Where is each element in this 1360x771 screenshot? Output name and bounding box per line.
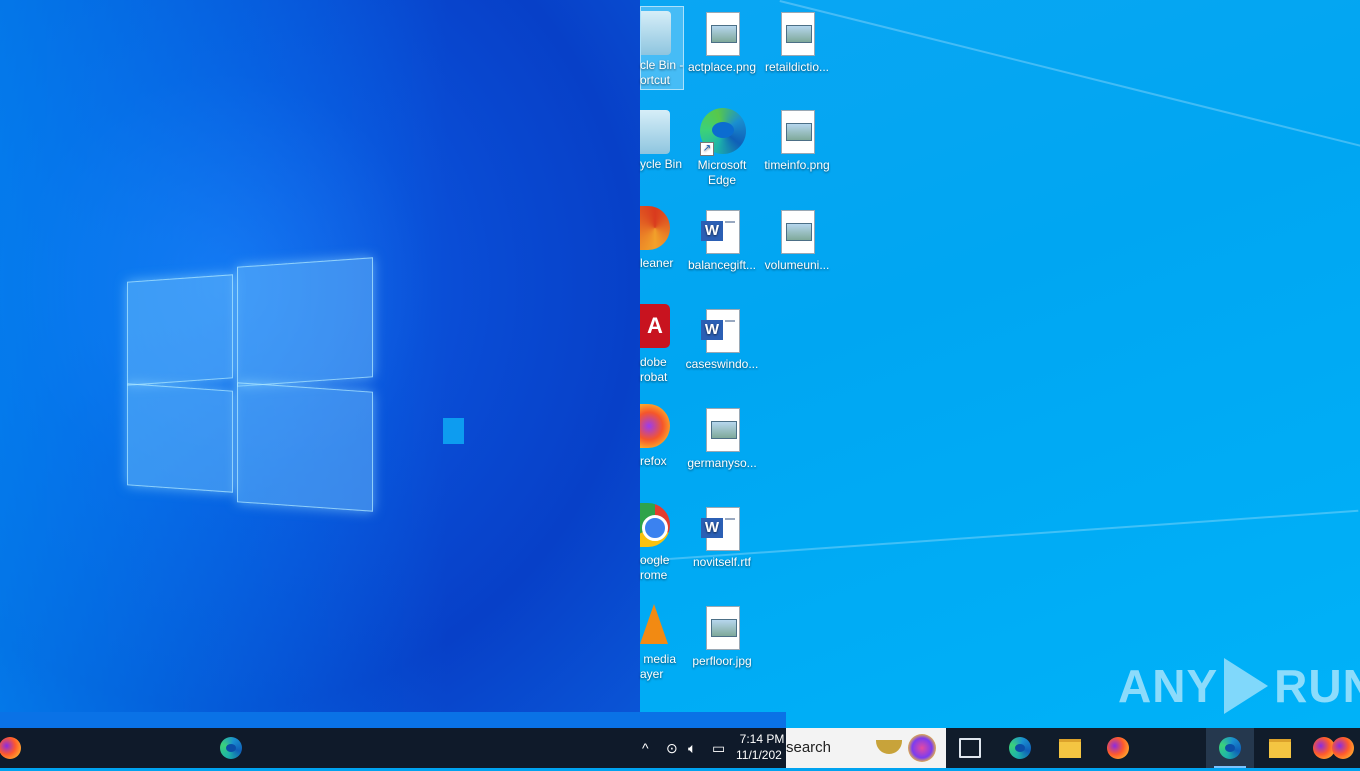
recycle-bin-icon[interactable] [640,110,670,154]
windows-logo-pane-bl [127,383,233,493]
desktop-file-volumeuni[interactable]: volumeuni... [759,204,835,273]
firefox-icon [1332,737,1354,759]
file-label: balancegift... [687,258,757,272]
file-label: caseswindo... [685,357,759,371]
taskbar-firefox-button[interactable] [1094,728,1142,768]
desktop-file-perfloor[interactable]: perfloor.jpg [684,600,760,669]
wallpaper-beam [779,0,1360,152]
window-bottom-edge [0,712,786,728]
edge-icon [220,737,242,759]
folder-icon [1269,738,1291,758]
windows-logo-pane-br [237,382,373,512]
folder-icon [1059,738,1081,758]
file-label: germanyso... [687,456,757,470]
desktop-app-edge[interactable]: ↗ Microsoft Edge [684,104,760,188]
play-icon [1224,658,1269,714]
anyrun-watermark: ANY RUN [1118,658,1360,714]
tray-chevron-icon[interactable]: ^ [642,728,649,768]
chrome-label: oogle rome [640,553,670,582]
recycle-bin-shortcut-label: cle Bin - ortcut [640,58,684,87]
vlc-label: media ayer [640,652,677,681]
taskbar-firefox-button[interactable] [1326,728,1360,768]
desktop-background-left [0,0,640,712]
image-file-icon [698,406,746,454]
firefox-icon [0,737,21,759]
taskbar-file-explorer-button[interactable] [1256,728,1304,768]
taskbar-file-explorer-button[interactable] [1046,728,1094,768]
file-label: timeinfo.png [764,158,830,172]
diya-lamp-icon [876,740,902,754]
desktop-file-timeinfo[interactable]: timeinfo.png [759,104,835,173]
ccleaner-label: leaner [640,256,674,270]
file-label: actplace.png [687,60,757,74]
task-view-button[interactable] [946,728,994,768]
watermark-text-right: RUN [1274,660,1360,712]
recycle-bin-icon [641,11,671,55]
volume-icon[interactable]: 🔈︎ [688,728,696,768]
image-file-icon [773,208,821,256]
word-file-icon: W [698,307,746,355]
file-label: novitself.rtf [692,555,752,569]
edge-icon [1219,737,1241,759]
desktop-file-caseswindo[interactable]: W caseswindo... [684,303,760,372]
image-file-icon [773,108,821,156]
windows-logo-pane-tr [237,257,373,387]
file-label: perfloor.jpg [692,654,752,668]
desktop-file-retaildictio[interactable]: retaildictio... [759,6,835,75]
taskbar-clock[interactable]: 7:14 PM 11/1/202 [736,728,788,771]
image-file-icon [698,10,746,58]
vlc-icon[interactable] [640,604,668,644]
edge-icon [1009,737,1031,759]
blank-window-fragment[interactable] [443,418,464,444]
search-placeholder: search [786,739,832,756]
file-label: retaildictio... [764,60,830,74]
desktop-file-balancegift[interactable]: W balancegift... [684,204,760,273]
edge-icon: ↗ [698,108,746,156]
word-file-icon: W [698,505,746,553]
taskbar-firefox-button[interactable] [0,728,34,768]
taskbar-edge-button[interactable] [996,728,1044,768]
meet-now-icon[interactable]: ⊙ [666,728,678,768]
adobe-acrobat-label: dobe robat [640,355,668,384]
network-icon[interactable]: ▭ [712,728,725,768]
image-file-icon [698,604,746,652]
taskbar-search-box[interactable]: search [786,728,946,768]
rangoli-icon [908,734,936,762]
app-label: Microsoft Edge [697,158,747,187]
image-file-icon [773,10,821,58]
firefox-icon [1107,737,1129,759]
taskbar-edge-button[interactable] [207,728,255,768]
clock-time: 7:14 PM [739,732,785,746]
task-view-icon [959,738,981,758]
adobe-acrobat-icon[interactable]: A [640,304,670,348]
desktop-file-germanyso[interactable]: germanyso... [684,402,760,471]
desktop-file-novitself[interactable]: W novitself.rtf [684,501,760,570]
recycle-bin-label: ycle Bin [640,157,683,171]
watermark-text-left: ANY [1118,660,1219,712]
desktop-file-actplace[interactable]: actplace.png [684,6,760,75]
windows-logo-pane-tl [127,274,233,386]
taskbar-left: ^ ⊙ 🔈︎ ▭ [0,728,786,768]
clock-date: 11/1/202 [736,748,782,762]
taskbar-edge-active-button[interactable] [1206,728,1254,768]
file-label: volumeuni... [764,258,830,272]
firefox-label: refox [640,454,667,468]
word-file-icon: W [698,208,746,256]
